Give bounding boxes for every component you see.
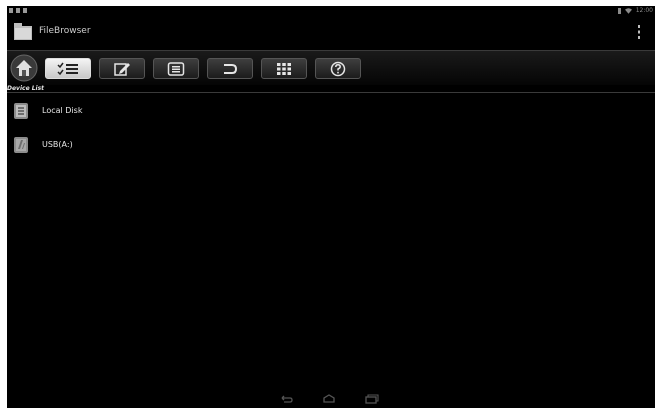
list-item-label: Local Disk xyxy=(42,106,83,115)
help-button[interactable] xyxy=(315,58,361,79)
toolbar xyxy=(7,50,655,86)
app-window: 12:00 FileBrowser Device List Local Disk… xyxy=(7,6,655,408)
home-nav-icon[interactable] xyxy=(322,394,336,404)
overflow-menu-icon[interactable] xyxy=(636,24,642,40)
battery-icon xyxy=(617,7,621,14)
usb-icon xyxy=(14,137,28,153)
grid-view-button[interactable] xyxy=(261,58,307,79)
list-item-local-disk[interactable]: Local Disk xyxy=(7,96,655,126)
notification-icon xyxy=(9,8,13,13)
notification-icons xyxy=(9,8,27,13)
grid-icon xyxy=(277,62,291,75)
list-item-label: USB(A:) xyxy=(42,140,73,149)
device-list-header: Device List xyxy=(7,85,655,93)
notification-icon xyxy=(23,8,27,13)
edit-icon xyxy=(114,62,130,76)
action-bar: FileBrowser xyxy=(7,17,655,50)
checklist-button[interactable] xyxy=(45,58,91,79)
checklist-icon xyxy=(57,62,78,75)
help-icon xyxy=(330,61,346,76)
back-icon[interactable] xyxy=(280,394,294,404)
section-title: Device List xyxy=(7,85,45,92)
list-icon xyxy=(167,61,185,76)
navigation-bar xyxy=(7,390,655,408)
home-icon[interactable] xyxy=(10,54,38,82)
back-arrow-icon xyxy=(224,63,238,74)
edit-button[interactable] xyxy=(99,58,145,79)
clock: 12:00 xyxy=(635,7,653,14)
back-button[interactable] xyxy=(207,58,253,79)
app-title: FileBrowser xyxy=(39,26,91,36)
notification-icon xyxy=(16,8,20,13)
local-disk-icon xyxy=(14,103,28,119)
list-view-button[interactable] xyxy=(153,58,199,79)
wifi-icon xyxy=(624,7,632,14)
status-bar: 12:00 xyxy=(7,6,655,17)
list-item-usb[interactable]: USB(A:) xyxy=(7,130,655,160)
folder-app-icon xyxy=(14,23,32,40)
recent-apps-icon[interactable] xyxy=(365,394,379,404)
system-status: 12:00 xyxy=(617,7,653,14)
